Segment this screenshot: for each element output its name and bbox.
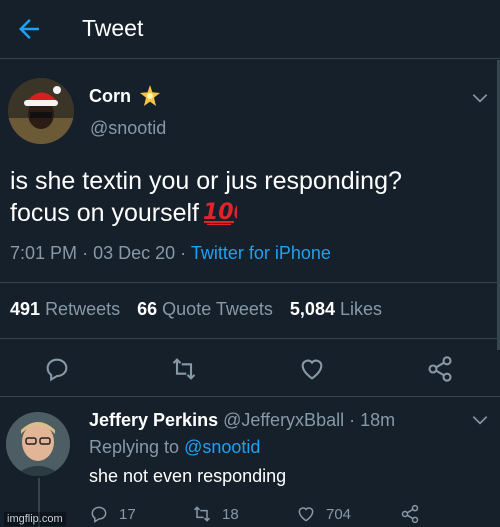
quote-tweets-label: Quote Tweets (162, 299, 273, 319)
reply-reply-action[interactable]: 17 (89, 502, 136, 526)
reply-count: 17 (119, 505, 136, 523)
likes-label: Likes (339, 299, 383, 319)
divider (0, 338, 500, 339)
reply-icon (91, 506, 107, 523)
replying-to: Replying to @snootid (89, 437, 260, 458)
tweet-date: 03 Dec 20 (93, 243, 176, 263)
replying-to-mention[interactable]: @snootid (184, 437, 260, 457)
quote-tweets-count: 66 (137, 299, 158, 319)
separator: · (180, 243, 187, 263)
reply-like-action[interactable]: 704 (296, 502, 351, 526)
tweet-actions (0, 355, 500, 385)
retweet-count: 18 (222, 505, 239, 523)
likes-count: 5,084 (289, 299, 335, 319)
tweet-time: 7:01 PM (10, 243, 78, 263)
divider (0, 58, 500, 59)
reply-share-action[interactable] (400, 502, 430, 526)
sparkle-icon (140, 85, 160, 106)
reply-author-avatar[interactable] (6, 412, 70, 476)
page-title: Tweet (82, 15, 144, 41)
author-handle[interactable]: @snootid (90, 118, 166, 139)
top-bar: Tweet (0, 0, 500, 58)
tweet-text: is she textin you or jus responding? foc… (10, 165, 490, 229)
reply-author-name[interactable]: Jeffery Perkins (89, 410, 218, 430)
reply-icon[interactable] (43, 355, 71, 383)
retweet-icon (193, 506, 211, 522)
divider (0, 396, 500, 397)
tweet-meta: 7:01 PM · 03 Dec 20 · Twitter for iPhone (10, 243, 331, 264)
tweet-source-link[interactable]: Twitter for iPhone (191, 243, 331, 263)
separator: · (349, 410, 356, 430)
heart-icon (298, 507, 314, 522)
reply-header: Jeffery Perkins @JefferyxBball · 18m (89, 410, 395, 431)
watermark: imgflip.com (4, 512, 66, 526)
hundred-points-icon: 100 (203, 200, 237, 225)
tweet-stats: 491 Retweets 66 Quote Tweets 5,084 Likes (10, 299, 382, 320)
share-icon[interactable] (426, 355, 454, 383)
chevron-down-icon[interactable] (470, 410, 490, 430)
heart-icon[interactable] (298, 355, 326, 383)
retweets-label: Retweets (45, 299, 121, 319)
reply-author-handle[interactable]: @JefferyxBball (223, 410, 344, 430)
retweets-stat[interactable]: 491 Retweets (10, 299, 120, 319)
chevron-down-icon[interactable] (470, 88, 490, 108)
reply-age: 18m (360, 410, 396, 430)
quote-tweets-stat[interactable]: 66 Quote Tweets (137, 299, 273, 319)
reply-retweet-action[interactable]: 18 (192, 502, 239, 526)
like-count: 704 (326, 505, 352, 523)
divider (0, 282, 500, 283)
author-name[interactable]: Corn (89, 86, 131, 107)
likes-stat[interactable]: 5,084 Likes (290, 299, 382, 319)
reply-actions: 17 18 704 (0, 502, 500, 526)
tweet-text-line: focus on yourself (10, 199, 199, 227)
separator: · (82, 243, 89, 263)
tweet-text-line: is she textin you or jus responding? (10, 167, 402, 195)
replying-to-label: Replying to (89, 437, 180, 457)
retweet-icon[interactable] (170, 355, 198, 383)
author-avatar[interactable] (8, 78, 74, 144)
arrow-left-icon[interactable] (14, 14, 44, 44)
retweets-count: 491 (10, 299, 41, 319)
reply-text: she not even responding (89, 466, 287, 486)
share-icon (401, 504, 419, 524)
